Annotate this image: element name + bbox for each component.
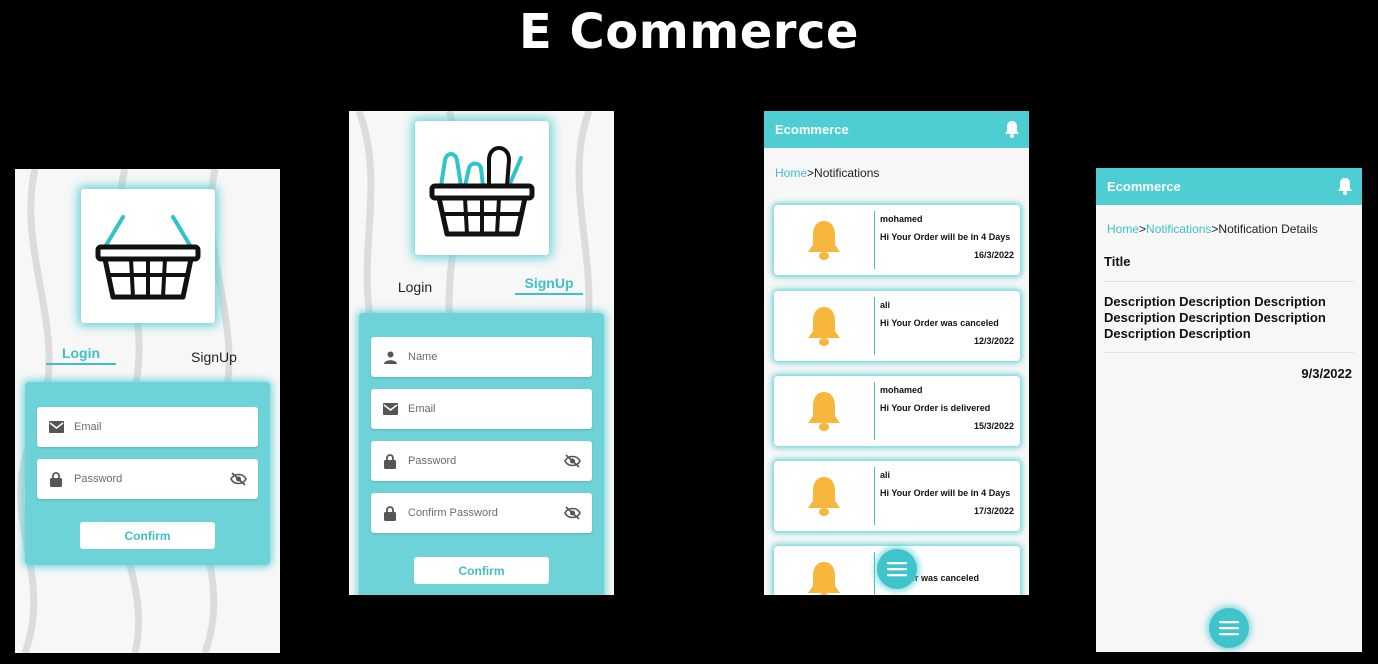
- breadcrumb-notifications[interactable]: Notifications: [1146, 222, 1211, 236]
- confirm-button[interactable]: Confirm: [414, 557, 549, 584]
- card-divider: [874, 467, 875, 525]
- tab-login-underline: [46, 363, 116, 365]
- signup-form-panel: Name Email Password Confirm Password Con…: [359, 313, 604, 595]
- breadcrumb: Home>Notifications: [775, 166, 879, 180]
- divider: [1104, 281, 1354, 282]
- notification-date: 16/3/2022: [973, 250, 1014, 260]
- email-field[interactable]: Email: [371, 389, 592, 429]
- email-placeholder: Email: [74, 421, 102, 433]
- notification-date: 12/3/2022: [973, 336, 1014, 346]
- password-placeholder: Password: [408, 455, 457, 467]
- notifications-screen: Ecommerce Home>Notifications mohamed Hi …: [764, 111, 1029, 595]
- password-placeholder: Password: [74, 473, 123, 485]
- notification-message: Hi Your Order will be in 4 Days: [880, 232, 1011, 242]
- name-placeholder: Name: [408, 351, 438, 363]
- login-screen: Login SignUp Email Password Confirm: [15, 169, 280, 653]
- breadcrumb-home[interactable]: Home: [775, 166, 807, 180]
- menu-fab[interactable]: [1209, 608, 1249, 648]
- app-title: Ecommerce: [775, 122, 849, 137]
- notification-sender: mohamed: [880, 385, 923, 395]
- notification-card[interactable]: mohamed Hi Your Order is delivered 15/3/…: [774, 376, 1020, 446]
- bell-icon: [808, 392, 840, 431]
- breadcrumb-current: Notification Details: [1218, 222, 1318, 236]
- tab-login[interactable]: Login: [382, 279, 448, 295]
- logo-box: [415, 121, 549, 255]
- page-title: E Commerce: [519, 4, 859, 60]
- notification-card[interactable]: mohamed Hi Your Order will be in 4 Days …: [774, 205, 1020, 275]
- bell-icon: [808, 562, 840, 595]
- tab-login[interactable]: Login: [48, 345, 114, 361]
- menu-icon: [887, 562, 907, 577]
- bell-icon: [808, 307, 840, 346]
- card-divider: [874, 297, 875, 355]
- notification-description: Description Description Description Desc…: [1104, 294, 1326, 341]
- breadcrumb: Home>Notifications>Notification Details: [1107, 222, 1318, 236]
- bell-icon: [808, 477, 840, 516]
- eye-off-icon[interactable]: [564, 453, 582, 469]
- notification-message: Hi Your Order was canceled: [880, 318, 999, 328]
- notification-details-screen: Ecommerce Home>Notifications>Notificatio…: [1096, 168, 1362, 652]
- mail-icon: [382, 401, 398, 417]
- notification-message: Hi Your Order will be in 4 Days: [880, 488, 1011, 498]
- notification-card[interactable]: ali Hi Your Order will be in 4 Days 17/3…: [774, 461, 1020, 531]
- breadcrumb-current: Notifications: [814, 166, 880, 180]
- confirm-password-field[interactable]: Confirm Password: [371, 493, 592, 533]
- notification-sender: mohamed: [880, 214, 923, 224]
- basket-full-icon: [429, 146, 535, 237]
- app-title: Ecommerce: [1107, 179, 1181, 194]
- tab-signup-underline: [515, 293, 583, 295]
- card-divider: [874, 211, 875, 269]
- card-divider: [874, 552, 875, 595]
- lock-icon: [382, 453, 398, 469]
- menu-icon: [1219, 621, 1239, 636]
- logo-box: [81, 189, 215, 323]
- notification-card[interactable]: ali Hi Your Order was canceled 12/3/2022: [774, 291, 1020, 361]
- lock-icon: [48, 471, 64, 487]
- basket-icon: [95, 214, 201, 299]
- bell-icon[interactable]: [1004, 120, 1020, 141]
- lock-icon: [382, 505, 398, 521]
- eye-off-icon[interactable]: [230, 471, 248, 487]
- name-field[interactable]: Name: [371, 337, 592, 377]
- app-bar: Ecommerce: [764, 111, 1029, 148]
- card-divider: [874, 382, 875, 440]
- confirm-button[interactable]: Confirm: [80, 522, 215, 549]
- bell-icon[interactable]: [1337, 177, 1353, 198]
- tab-signup[interactable]: SignUp: [180, 349, 248, 365]
- password-field[interactable]: Password: [371, 441, 592, 481]
- person-icon: [382, 349, 398, 365]
- tab-signup[interactable]: SignUp: [515, 275, 583, 291]
- login-form-panel: Email Password Confirm: [25, 382, 270, 565]
- divider: [1104, 352, 1354, 353]
- breadcrumb-separator: >: [1139, 222, 1147, 236]
- notification-date: 15/3/2022: [973, 421, 1014, 431]
- mail-icon: [48, 419, 64, 435]
- email-placeholder: Email: [408, 403, 436, 415]
- notification-sender: ali: [880, 470, 891, 480]
- notification-date: 17/3/2022: [973, 506, 1014, 516]
- notification-date: 9/3/2022: [1301, 366, 1352, 381]
- menu-fab[interactable]: [877, 549, 917, 589]
- email-field[interactable]: Email: [37, 407, 258, 447]
- app-bar: Ecommerce: [1096, 168, 1362, 205]
- notification-title: Title: [1104, 254, 1131, 269]
- bell-icon: [808, 221, 840, 260]
- notification-sender: ali: [880, 300, 891, 310]
- breadcrumb-home[interactable]: Home: [1107, 222, 1139, 236]
- confirm-password-placeholder: Confirm Password: [408, 507, 498, 519]
- eye-off-icon[interactable]: [564, 505, 582, 521]
- password-field[interactable]: Password: [37, 459, 258, 499]
- signup-screen: Login SignUp Name Email Password Confirm…: [349, 111, 614, 595]
- notification-message: Hi Your Order is delivered: [880, 403, 991, 413]
- breadcrumb-separator: >: [807, 166, 815, 180]
